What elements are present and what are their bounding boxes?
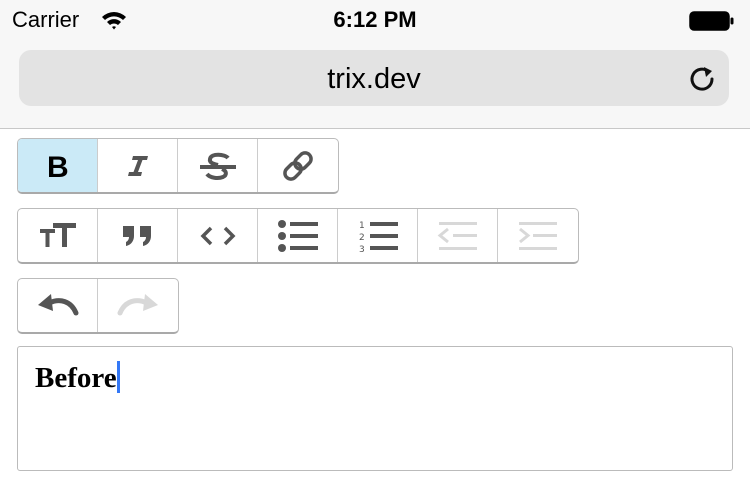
url-text[interactable]: trix.dev [19,63,729,96]
address-bar[interactable]: trix.dev [19,50,729,106]
status-bar: Carrier 6:12 PM [0,0,750,40]
strike-icon [198,149,238,183]
editor-area[interactable]: Before [17,346,733,471]
text-caret [116,361,120,393]
increase-nesting-button[interactable] [498,209,578,262]
indent-icon [517,219,559,253]
svg-text:1: 1 [359,221,365,231]
strike-button[interactable] [178,139,258,192]
italic-button[interactable] [98,139,178,192]
redo-icon [116,291,160,321]
link-icon [279,147,317,185]
outdent-icon [437,219,479,253]
number-list-icon: 1 2 3 [357,218,399,254]
block-tools-group: 1 2 3 [17,208,579,264]
reload-icon[interactable] [687,63,717,93]
decrease-nesting-button[interactable] [418,209,498,262]
bullet-list-button[interactable] [258,209,338,262]
number-list-button[interactable]: 1 2 3 [338,209,418,262]
heading-icon [38,221,78,251]
editor-text: Before [35,362,117,394]
bullet-list-icon [277,219,319,253]
bold-icon: B [43,151,73,181]
battery-icon [689,11,735,31]
svg-text:2: 2 [359,233,365,243]
quote-icon [121,223,155,249]
svg-text:3: 3 [359,245,365,254]
code-button[interactable] [178,209,258,262]
heading-button[interactable] [18,209,98,262]
svg-text:B: B [47,151,69,181]
text-tools-group: B [17,138,339,194]
quote-button[interactable] [98,209,178,262]
browser-bar: trix.dev [0,40,750,129]
code-icon [199,224,237,248]
status-time: 6:12 PM [333,7,417,32]
redo-button[interactable] [98,279,178,332]
link-button[interactable] [258,139,338,192]
bold-button[interactable]: B [18,139,98,192]
editor-content[interactable]: Before [35,361,120,393]
italic-icon [123,151,153,181]
undo-icon [36,291,80,321]
undo-button[interactable] [18,279,98,332]
history-tools-group [17,278,179,334]
